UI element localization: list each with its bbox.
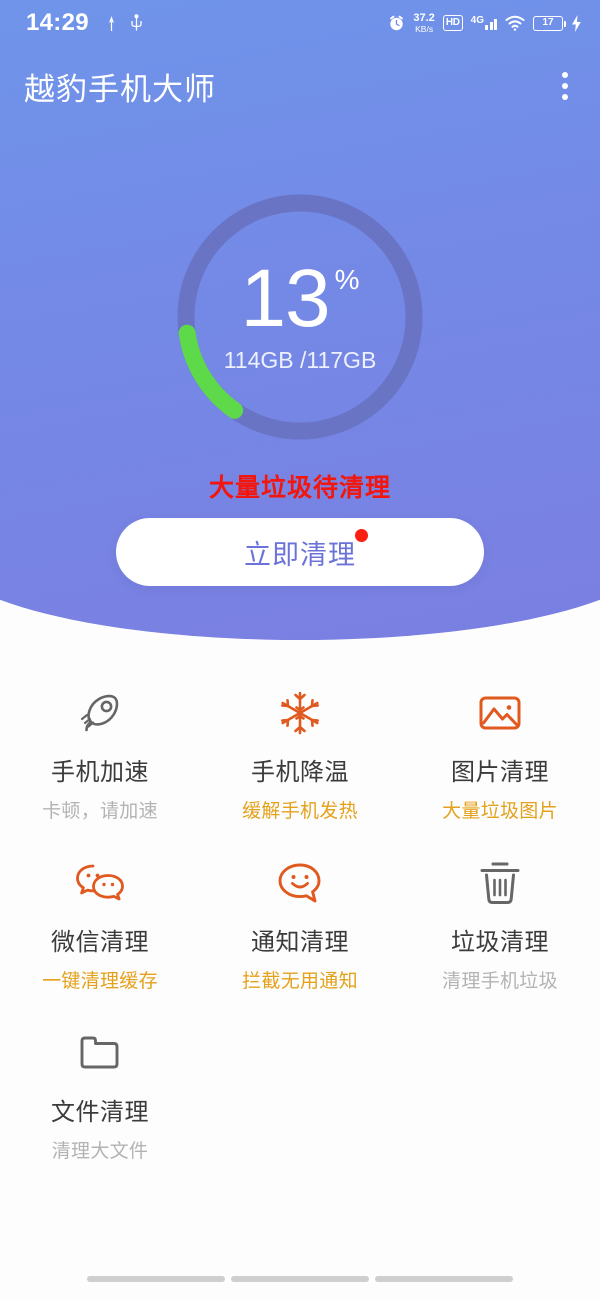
feature-title: 垃圾清理 <box>451 929 549 956</box>
image-icon <box>474 682 526 744</box>
feature-subtitle: 拦截无用通知 <box>242 971 358 992</box>
feature-wechat-clean[interactable]: 微信清理 一键清理缓存 <box>0 834 200 1004</box>
feature-notification-clean[interactable]: 通知清理 拦截无用通知 <box>200 834 400 1004</box>
feature-subtitle: 清理大文件 <box>51 1141 149 1162</box>
app-screen: 14:29 37.2 KB/s HD 4G 17 越豹手机大师 13 % 114… <box>0 0 600 1300</box>
warning-text: 大量垃圾待清理 <box>208 474 391 502</box>
snowflake-icon <box>275 682 325 744</box>
feature-image-clean[interactable]: 图片清理 大量垃圾图片 <box>400 664 600 834</box>
feature-title: 通知清理 <box>251 929 349 956</box>
navigation-bar[interactable] <box>0 1276 600 1282</box>
signal-bars <box>485 16 497 30</box>
feature-subtitle: 卡顿，请加速 <box>42 801 158 822</box>
status-bar: 14:29 37.2 KB/s HD 4G 17 <box>0 0 600 46</box>
battery-icon: 17 <box>533 15 566 31</box>
gauge-percent-value: 13 <box>240 252 330 344</box>
gauge-percent-row: 13 % <box>240 252 360 344</box>
feature-subtitle: 清理手机垃圾 <box>442 971 558 992</box>
wifi-icon <box>505 15 525 31</box>
network-speed-indicator: 37.2 KB/s <box>413 11 435 34</box>
app-bar: 越豹手机大师 <box>0 46 600 126</box>
feature-phone-cooling[interactable]: 手机降温 缓解手机发热 <box>200 664 400 834</box>
nav-hint-recents[interactable] <box>375 1276 513 1282</box>
page-title: 越豹手机大师 <box>24 71 216 107</box>
rocket-icon <box>74 682 126 744</box>
clean-now-button[interactable]: 立即清理 <box>116 518 484 586</box>
network-speed-unit: KB/s <box>415 23 434 34</box>
feature-subtitle: 一键清理缓存 <box>42 971 158 992</box>
feature-grid: 手机加速 卡顿，请加速 手机降温 缓解手机发热 图片清理 大量垃圾图片 微信清理… <box>0 664 600 1174</box>
status-time: 14:29 <box>26 9 89 36</box>
storage-text: 114GB /117GB <box>223 347 377 374</box>
status-right-icons: 37.2 KB/s HD 4G 17 <box>388 11 582 34</box>
network-speed-value: 37.2 <box>413 11 435 24</box>
trash-icon <box>477 852 523 914</box>
folder-icon <box>74 1022 126 1084</box>
overflow-menu-icon[interactable] <box>556 64 574 108</box>
clean-now-label: 立即清理 <box>244 528 368 572</box>
feature-title: 文件清理 <box>51 1099 149 1126</box>
feature-phone-boost[interactable]: 手机加速 卡顿，请加速 <box>0 664 200 834</box>
feature-junk-clean[interactable]: 垃圾清理 清理手机垃圾 <box>400 834 600 1004</box>
charging-bolt-icon <box>571 14 582 32</box>
hd-icon: HD <box>442 15 463 31</box>
feature-title: 手机降温 <box>251 759 349 786</box>
location-icon <box>105 15 118 32</box>
feature-title: 图片清理 <box>451 759 549 786</box>
feature-title: 手机加速 <box>51 759 149 786</box>
usb-icon <box>130 14 143 32</box>
notification-dot-icon <box>355 528 368 542</box>
gauge-center-text: 13 % 114GB /117GB <box>168 185 432 449</box>
alarm-icon <box>388 15 405 32</box>
nav-hint-home[interactable] <box>231 1276 369 1282</box>
feature-file-clean[interactable]: 文件清理 清理大文件 <box>0 1004 200 1174</box>
feature-subtitle: 缓解手机发热 <box>242 801 358 822</box>
nav-hint-back[interactable] <box>87 1276 225 1282</box>
feature-subtitle: 大量垃圾图片 <box>442 801 558 822</box>
battery-level: 17 <box>542 17 554 28</box>
smiley-bubble-icon <box>274 852 326 914</box>
network-type-label: 4G <box>470 15 484 26</box>
feature-title: 微信清理 <box>51 929 149 956</box>
status-left-icons <box>105 14 143 32</box>
signal-icon: 4G <box>471 16 497 30</box>
wechat-icon <box>73 852 127 914</box>
gauge-percent-symbol: % <box>334 263 360 295</box>
storage-gauge: 13 % 114GB /117GB <box>168 185 432 449</box>
